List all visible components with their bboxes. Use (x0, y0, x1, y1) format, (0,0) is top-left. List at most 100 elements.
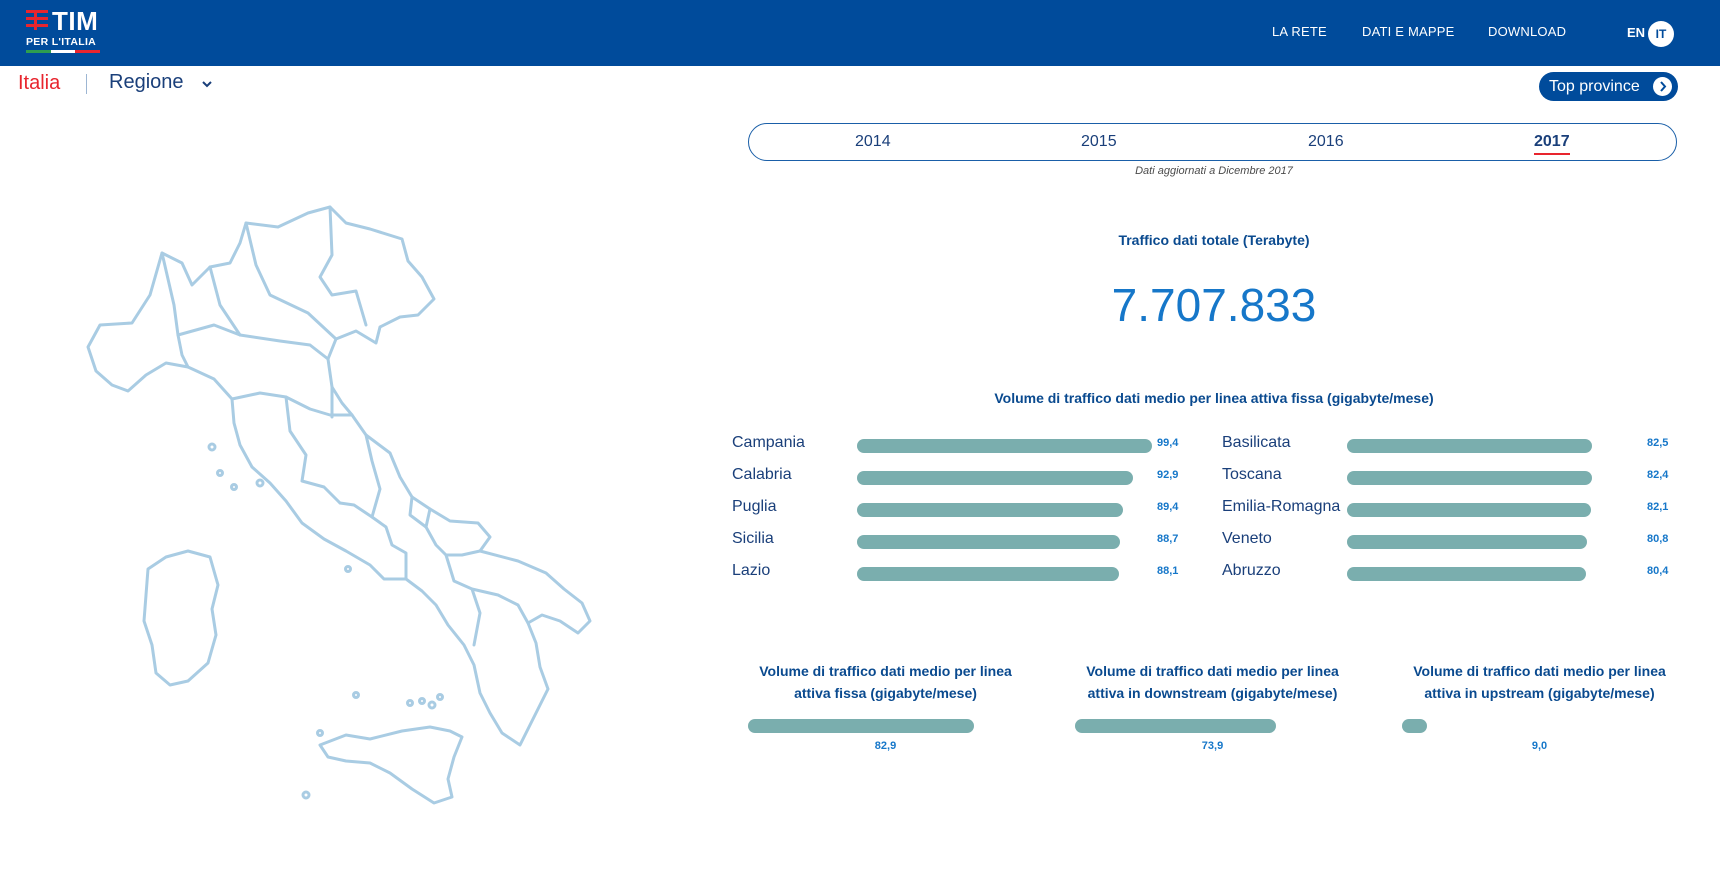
summary-value: 82,9 (874, 740, 897, 752)
summary-bar-track (748, 719, 1023, 733)
year-tab-2016[interactable]: 2016 (1308, 133, 1344, 151)
tim-logo[interactable]: TIM PER L'ITALIA (26, 6, 106, 53)
rank-value: 80,8 (1647, 533, 1669, 545)
rank-bar-track (857, 567, 1154, 581)
summary-value: 73,9 (1201, 740, 1224, 752)
rank-region-name: Campania (732, 434, 805, 451)
tim-logo-mark-icon (26, 10, 48, 30)
summary-card-2: Volume di traffico dati medio per linea a… (1075, 660, 1350, 752)
rank-bar (1347, 439, 1593, 453)
rank-bar (857, 567, 1119, 581)
nav-download[interactable]: DOWNLOAD (1488, 24, 1566, 39)
italian-flag-stripe (26, 50, 101, 53)
summary-title-line2: attiva fissa (gigabyte/mese) (794, 685, 977, 701)
summary-title: Volume di traffico dati medio per linea a… (1075, 660, 1350, 704)
rank-value: 89,4 (1157, 501, 1179, 513)
rank-bar (857, 439, 1153, 453)
rank-row-campania: Campania 99,4 (732, 432, 1202, 456)
breadcrumb-divider (86, 74, 87, 94)
summary-card-3: Volume di traffico dati medio per linea a… (1402, 660, 1677, 752)
rank-row-veneto: Veneto 80,8 (1222, 528, 1692, 552)
rank-value: 88,7 (1157, 533, 1179, 545)
year-tab-2017[interactable]: 2017 (1534, 133, 1570, 155)
region-dropdown-label: Regione (109, 71, 184, 93)
rank-row-emilia-romagna: Emilia-Romagna 82,1 (1222, 496, 1692, 520)
logo-tagline: PER L'ITALIA (26, 36, 97, 48)
rank-region-name: Lazio (732, 562, 771, 579)
lang-en-link[interactable]: EN (1627, 25, 1645, 40)
rank-bar (857, 535, 1121, 549)
breadcrumb-italia[interactable]: Italia (18, 72, 60, 95)
year-tab-2017-label: 2017 (1534, 133, 1570, 150)
rank-row-basilicata: Basilicata 82,5 (1222, 432, 1692, 456)
summary-bar-track (1402, 719, 1677, 733)
rank-value: 88,1 (1157, 565, 1179, 577)
summary-bar (1402, 719, 1427, 733)
rank-region-name: Basilicata (1222, 434, 1291, 451)
rank-bar-track (857, 535, 1154, 549)
rank-row-calabria: Calabria 92,9 (732, 464, 1202, 488)
year-tab-2015[interactable]: 2015 (1081, 133, 1117, 151)
nav-dati-e-mappe[interactable]: DATI E MAPPE (1362, 24, 1454, 39)
summary-title-line2: attiva in upstream (gigabyte/mese) (1424, 685, 1655, 701)
lang-it-active[interactable]: IT (1648, 21, 1674, 47)
rank-region-name: Emilia-Romagna (1222, 498, 1341, 515)
rank-bar (1347, 535, 1587, 549)
summary-bar (1075, 719, 1277, 733)
rank-region-name: Abruzzo (1222, 562, 1281, 579)
rank-bar (1347, 503, 1591, 517)
summary-title-line2: attiva in downstream (gigabyte/mese) (1087, 685, 1338, 701)
rank-bar-track (1347, 439, 1644, 453)
rank-region-name: Puglia (732, 498, 777, 515)
rank-row-puglia: Puglia 89,4 (732, 496, 1202, 520)
year-selector: 2014 2015 2016 2017 (748, 123, 1677, 161)
region-dropdown[interactable]: Regione (109, 71, 212, 97)
rank-row-abruzzo: Abruzzo 80,4 (1222, 560, 1692, 584)
chevron-down-icon (202, 81, 212, 88)
rank-value: 82,5 (1647, 437, 1669, 449)
total-traffic-title: Traffico dati totale (Terabyte) (1118, 232, 1310, 248)
rank-bar-track (1347, 471, 1644, 485)
rank-value: 80,4 (1647, 565, 1669, 577)
active-tab-underline (1534, 153, 1570, 155)
rank-region-name: Veneto (1222, 530, 1272, 547)
summary-bar (748, 719, 974, 733)
summary-title-line1: Volume di traffico dati medio per linea (1413, 663, 1666, 679)
top-province-label: Top province (1549, 78, 1640, 95)
italy-regions-map-icon[interactable] (70, 205, 650, 885)
rank-value: 82,4 (1647, 469, 1669, 481)
year-tab-2014[interactable]: 2014 (855, 133, 891, 151)
summary-value: 9,0 (1531, 740, 1548, 752)
rank-bar-track (1347, 503, 1644, 517)
rank-bar-track (1347, 567, 1644, 581)
rank-bar (857, 503, 1123, 517)
rank-row-toscana: Toscana 82,4 (1222, 464, 1692, 488)
summary-title-line1: Volume di traffico dati medio per linea (1086, 663, 1339, 679)
rank-value: 92,9 (1157, 469, 1179, 481)
summary-bar-track (1075, 719, 1350, 733)
rank-bar-track (857, 503, 1154, 517)
total-traffic-value: 7.707.833 (1111, 279, 1317, 331)
rank-bar-track (857, 471, 1154, 485)
summary-card-1: Volume di traffico dati medio per linea a… (748, 660, 1023, 752)
rank-value: 82,1 (1647, 501, 1669, 513)
top-header: TIM PER L'ITALIA LA RETE DATI E MAPPE DO… (0, 0, 1720, 66)
rank-bar (1347, 567, 1586, 581)
rank-bar-track (1347, 535, 1644, 549)
nav-la-rete[interactable]: LA RETE (1272, 24, 1327, 39)
data-updated-note: Dati aggiornati a Dicembre 2017 (1135, 165, 1293, 177)
rank-value: 99,4 (1157, 437, 1179, 449)
rank-bar (1347, 471, 1592, 485)
summary-title: Volume di traffico dati medio per linea a… (748, 660, 1023, 704)
top-province-button[interactable]: Top province (1539, 72, 1678, 101)
rank-region-name: Toscana (1222, 466, 1282, 483)
rank-row-lazio: Lazio 88,1 (732, 560, 1202, 584)
rank-bar (857, 471, 1133, 485)
chevron-right-icon (1653, 77, 1672, 96)
summary-title: Volume di traffico dati medio per linea a… (1402, 660, 1677, 704)
summary-title-line1: Volume di traffico dati medio per linea (759, 663, 1012, 679)
rank-row-sicilia: Sicilia 88,7 (732, 528, 1202, 552)
rank-region-name: Calabria (732, 466, 792, 483)
rank-region-name: Sicilia (732, 530, 774, 547)
logo-wordmark: TIM (52, 6, 99, 36)
